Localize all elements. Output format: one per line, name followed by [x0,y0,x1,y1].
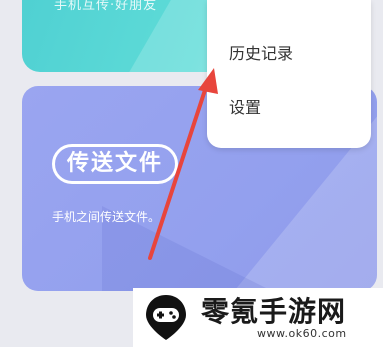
gamepad-pin-icon [146,295,186,340]
menu-item-history[interactable]: 历史记录 [229,40,293,64]
watermark-banner: 零氪手游网 www.ok60.com [133,288,383,347]
watermark-brand: 零氪手游网 [201,295,347,328]
menu-item-settings[interactable]: 设置 [229,94,261,118]
watermark-url: www.ok60.com [257,327,347,340]
transfer-file-subtitle: 手机之间传送文件。 [52,210,161,224]
overflow-menu: 历史记录 设置 [207,0,371,148]
transfer-file-title: 传送文件 [52,144,179,184]
top-card-text: 手机互传·好朋友 [54,0,158,13]
